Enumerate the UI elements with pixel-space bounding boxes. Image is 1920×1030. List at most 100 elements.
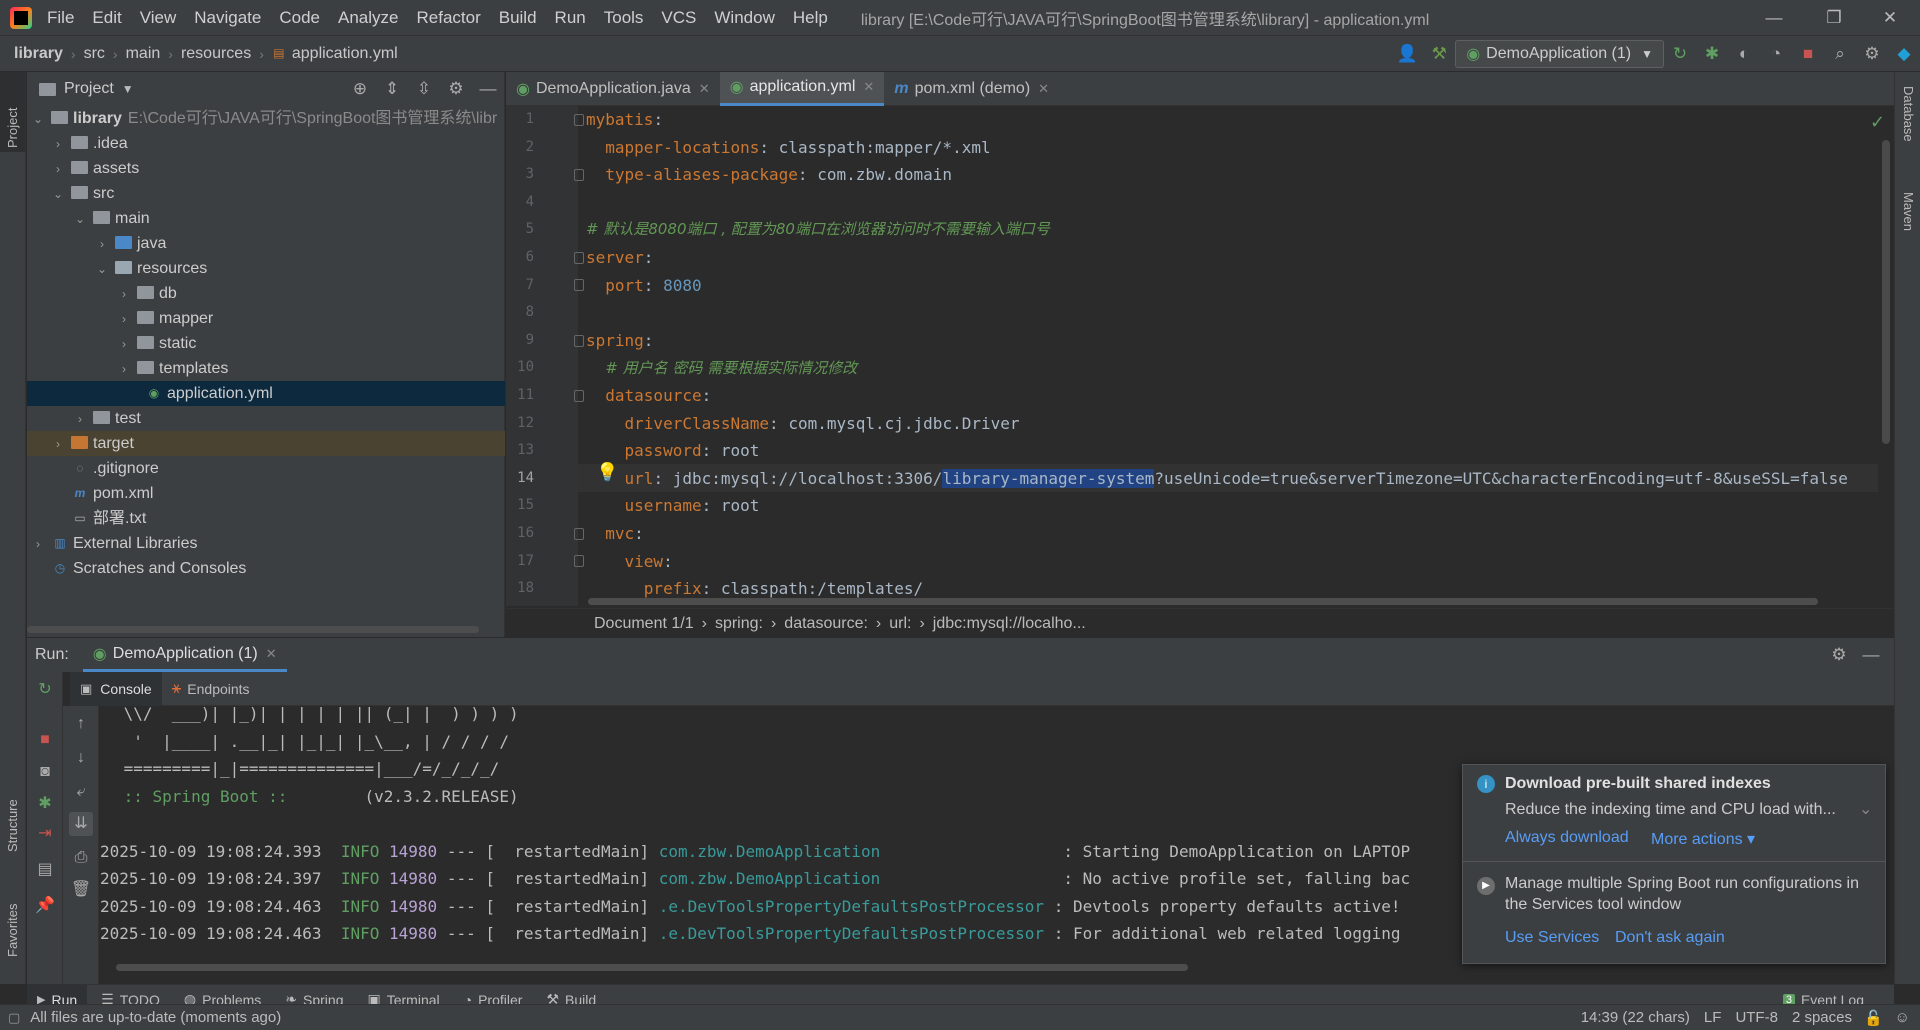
breadcrumb-library[interactable]: library [14, 45, 63, 63]
chevron-down-icon[interactable]: ⌄ [1859, 799, 1872, 819]
breadcrumb-resources[interactable]: resources [181, 45, 251, 63]
search-icon[interactable]: ⌕ [1827, 41, 1853, 67]
always-download-link[interactable]: Always download [1505, 829, 1629, 847]
editor-horizontal-scrollbar[interactable] [588, 598, 1818, 605]
layout-icon[interactable]: ▤ [33, 858, 57, 882]
tree-item-gitignore[interactable]: ◌ .gitignore [27, 456, 505, 481]
hide-icon[interactable]: — [1858, 642, 1884, 668]
menu-vcs[interactable]: VCS [652, 0, 705, 36]
settings-gear-icon[interactable]: ⚙ [443, 76, 469, 102]
console-horizontal-scrollbar[interactable] [116, 964, 1188, 971]
tree-item-external-libraries[interactable]: › ▥ External Libraries [27, 531, 505, 556]
project-panel-title[interactable]: Project [64, 80, 114, 98]
exit-icon[interactable]: ⇥ [33, 822, 57, 846]
tree-item-assets[interactable]: › assets [27, 156, 505, 181]
tree-item-resources[interactable]: ⌄ resources [27, 256, 505, 281]
menu-help[interactable]: Help [784, 0, 837, 36]
scroll-up-icon[interactable]: ↑ [69, 712, 93, 736]
hide-icon[interactable]: — [475, 76, 501, 102]
tree-item-target[interactable]: › target [27, 431, 505, 456]
favorites-tool-button[interactable]: Favorites [5, 877, 20, 957]
scroll-down-icon[interactable]: ↓ [69, 746, 93, 770]
breadcrumb-src[interactable]: src [84, 45, 105, 63]
debug-icon[interactable]: ✱ [33, 792, 57, 816]
editor-vertical-scrollbar[interactable] [1882, 140, 1890, 444]
settings-gear-icon[interactable]: ⚙ [1859, 41, 1885, 67]
debug-icon[interactable]: ✱ [1699, 41, 1725, 67]
restore-icon[interactable]: ❐ [1806, 0, 1862, 36]
code-with-me-icon[interactable]: ◆ [1891, 41, 1917, 67]
menu-tools[interactable]: Tools [595, 0, 653, 36]
expand-all-icon[interactable]: ⇕ [379, 76, 405, 102]
structure-tool-button[interactable]: Structure [5, 782, 20, 852]
dont-ask-again-link[interactable]: Don't ask again [1615, 929, 1725, 947]
close-window-icon[interactable]: ✕ [1862, 0, 1918, 36]
menu-analyze[interactable]: Analyze [329, 0, 407, 36]
close-tab-icon[interactable]: ✕ [699, 81, 710, 97]
maven-tool-button[interactable]: Maven [1901, 192, 1916, 262]
file-encoding[interactable]: UTF-8 [1735, 1009, 1778, 1026]
menu-edit[interactable]: Edit [83, 0, 130, 36]
tab-demoapplication-java[interactable]: ◉ DemoApplication.java ✕ [506, 72, 720, 106]
tree-item-scratches[interactable]: ◷ Scratches and Consoles [27, 556, 505, 581]
tab-pom-xml[interactable]: m pom.xml (demo) ✕ [884, 72, 1059, 106]
editor-crumb-value[interactable]: jdbc:mysql://localho... [933, 615, 1086, 633]
scroll-to-end-icon[interactable]: ⇊ [69, 812, 93, 836]
lock-icon[interactable]: 🔓 [1864, 1009, 1883, 1027]
database-tool-button[interactable]: Database [1901, 86, 1916, 176]
tree-item-db[interactable]: › db [27, 281, 505, 306]
run-tab-demoapplication[interactable]: ◉ DemoApplication (1) ✕ [82, 638, 287, 672]
tree-item-java[interactable]: › java [27, 231, 505, 256]
editor-crumb-url[interactable]: url: [889, 615, 911, 633]
menu-view[interactable]: View [131, 0, 186, 36]
tree-item-templates[interactable]: › templates [27, 356, 505, 381]
breadcrumb-application-yml[interactable]: application.yml [292, 45, 398, 63]
no-problems-check-icon[interactable]: ✓ [1870, 112, 1885, 133]
print-icon[interactable]: ⎙ [69, 846, 93, 870]
editor-crumb-datasource[interactable]: datasource: [784, 615, 868, 633]
locate-icon[interactable]: ⊕ [347, 76, 373, 102]
build-hammer-icon[interactable]: ⚒ [1426, 41, 1452, 67]
trash-icon[interactable]: 🗑 [69, 878, 93, 902]
menu-refactor[interactable]: Refactor [407, 0, 489, 36]
tree-item-deploy-txt[interactable]: ▭ 部署.txt [27, 506, 505, 531]
menu-code[interactable]: Code [270, 0, 329, 36]
tab-application-yml[interactable]: ◉ application.yml ✕ [719, 71, 885, 106]
tree-item-test[interactable]: › test [27, 406, 505, 431]
pin-icon[interactable]: 📌 [33, 894, 57, 918]
breadcrumb-main[interactable]: main [126, 45, 161, 63]
endpoints-tab[interactable]: ⚹ Endpoints [162, 672, 260, 706]
rerun-icon[interactable]: ↻ [1667, 41, 1693, 67]
tree-item-library[interactable]: ⌄ library E:\Code可行\JAVA可行\SpringBoot图书管理系… [27, 106, 505, 131]
run-config-selector[interactable]: ◉ DemoApplication (1) ▼ [1455, 39, 1664, 68]
indent-setting[interactable]: 2 spaces [1792, 1009, 1852, 1026]
tree-item-pom-xml[interactable]: m pom.xml [27, 481, 505, 506]
settings-gear-icon[interactable]: ⚙ [1826, 642, 1852, 668]
project-tool-button[interactable]: Project [5, 78, 20, 148]
dropdown-icon[interactable]: ▼ [122, 82, 134, 96]
inspection-icon[interactable]: ☺ [1895, 1009, 1910, 1026]
camera-icon[interactable]: ◙ [33, 760, 57, 784]
profiler-icon[interactable]: ◔ [1763, 41, 1789, 67]
console-tab[interactable]: ▣ Console [70, 671, 162, 706]
tree-item-mapper[interactable]: › mapper [27, 306, 505, 331]
stop-icon[interactable]: ■ [33, 728, 57, 752]
close-tab-icon[interactable]: ✕ [266, 646, 277, 662]
tree-item-idea[interactable]: › .idea [27, 131, 505, 156]
tree-item-src[interactable]: ⌄ src [27, 181, 505, 206]
editor-crumb-document[interactable]: Document 1/1 [594, 615, 694, 633]
soft-wrap-icon[interactable]: ⤶ [69, 780, 93, 804]
caret-position[interactable]: 14:39 (22 chars) [1581, 1009, 1690, 1026]
more-actions-link[interactable]: More actions ▾ [1651, 829, 1755, 849]
close-tab-icon[interactable]: ✕ [1038, 81, 1049, 97]
tree-item-main[interactable]: ⌄ main [27, 206, 505, 231]
coverage-icon[interactable]: ◐ [1731, 41, 1757, 67]
collapse-all-icon[interactable]: ⇳ [411, 76, 437, 102]
horizontal-scrollbar[interactable] [27, 626, 479, 633]
menu-window[interactable]: Window [705, 0, 783, 36]
rerun-icon[interactable]: ↻ [33, 678, 57, 702]
use-services-link[interactable]: Use Services [1505, 929, 1599, 947]
menu-run[interactable]: Run [546, 0, 595, 36]
toggle-tool-windows-icon[interactable]: ▢ [8, 1010, 20, 1026]
menu-build[interactable]: Build [490, 0, 546, 36]
